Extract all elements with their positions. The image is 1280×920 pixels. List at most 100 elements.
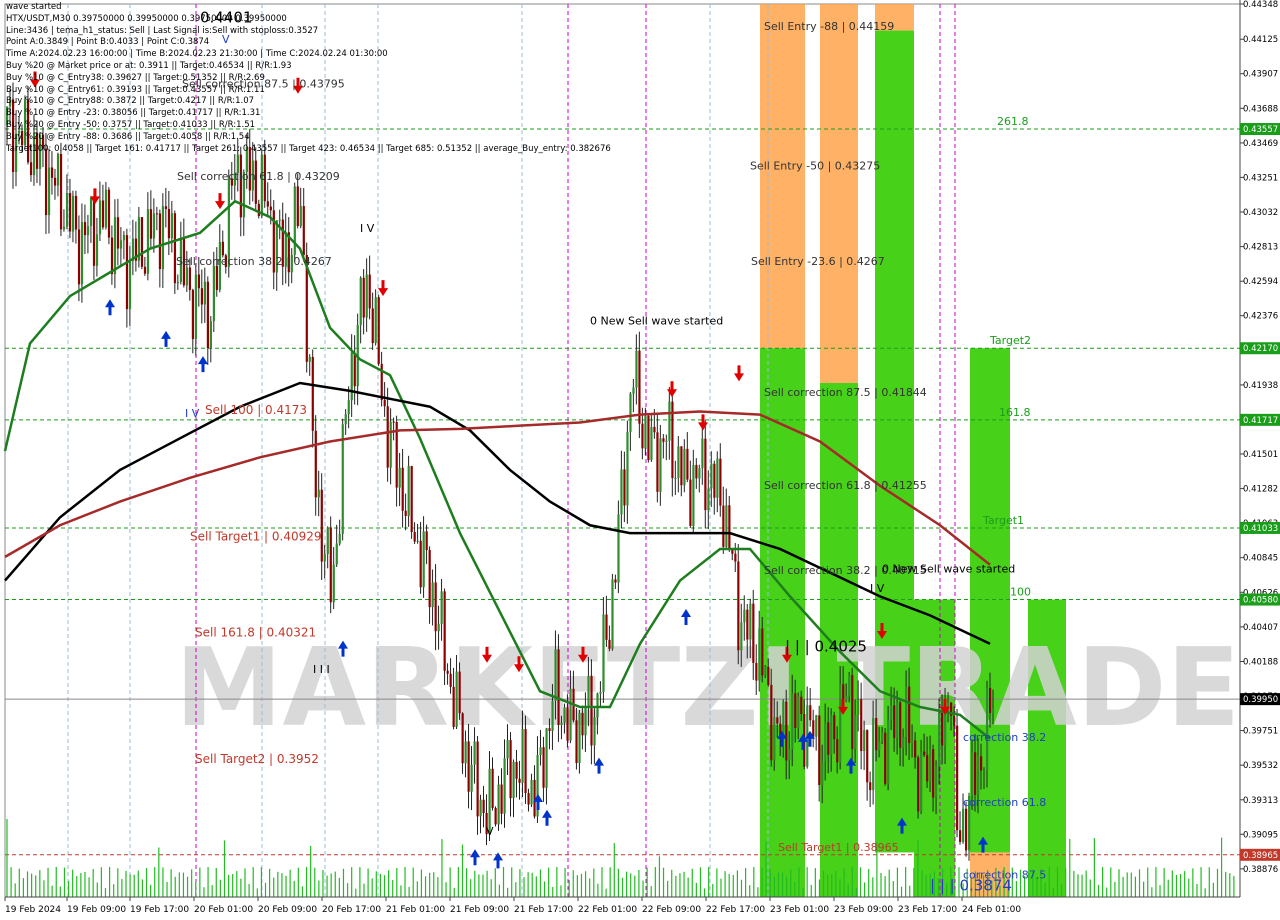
candle-body (563, 707, 566, 723)
x-tick-label: 20 Feb 17:00 (322, 905, 381, 915)
candle-body (311, 357, 314, 431)
candle-body (377, 297, 380, 364)
candle-body (500, 784, 503, 814)
candle-body (530, 779, 533, 805)
candle-body (173, 213, 177, 284)
y-tick-label: 0.44348 (1243, 0, 1278, 10)
candle-body (65, 193, 69, 227)
candle-body (872, 717, 875, 791)
candle-body (371, 308, 374, 344)
candle-body (926, 755, 929, 782)
y-tick-label: 0.39751 (1243, 727, 1278, 737)
candle-body (122, 235, 126, 241)
level-label: 100 (1010, 586, 1031, 599)
candle-body (71, 195, 75, 232)
y-tick-label: 0.40407 (1243, 623, 1278, 633)
y-tick-label: 0.40188 (1243, 658, 1278, 668)
candle-body (404, 510, 407, 516)
candle-body (374, 297, 377, 344)
candle-body (905, 686, 908, 737)
candle-body (896, 702, 899, 738)
x-tick-label: 20 Feb 09:00 (258, 905, 317, 915)
candle-body (113, 217, 117, 275)
candle-body (593, 717, 596, 746)
candle-body (956, 725, 959, 831)
info-line: Time A:2024.02.23 16:00:00 | Time B:2024… (6, 49, 388, 60)
candle-body (410, 466, 413, 532)
annotation-label: 0 New Sell wave started (590, 315, 723, 328)
y-tick-label: 0.44125 (1243, 35, 1278, 45)
candle-body (584, 707, 587, 736)
candle-body (596, 693, 599, 718)
candle-body (401, 467, 404, 511)
candle-body (449, 673, 452, 687)
candle-body (215, 265, 218, 290)
candle-body (458, 671, 461, 714)
price-tag-label: 0.38965 (1243, 851, 1278, 861)
candle-body (794, 693, 797, 729)
candle-body (797, 696, 800, 729)
candle-body (389, 421, 392, 468)
candle-body (269, 206, 272, 211)
candle-body (716, 458, 719, 498)
candle-body (392, 421, 395, 423)
candle-body (266, 201, 269, 207)
candle-body (314, 430, 317, 498)
candle-body (419, 540, 422, 588)
candle-body (80, 222, 84, 285)
candle-body (749, 603, 752, 640)
candle-body (857, 699, 860, 715)
candle-body (338, 533, 341, 544)
wave-marker: V (486, 825, 494, 838)
candle-body (110, 237, 114, 275)
candle-body (56, 153, 60, 186)
candle-body (299, 206, 302, 227)
candle-body (164, 206, 168, 209)
candle-body (89, 197, 93, 227)
x-tick-label: 21 Feb 09:00 (450, 905, 509, 915)
candle-body (344, 414, 347, 425)
candle-body (755, 662, 758, 681)
level-label: Sell Entry -23.6 | 0.4267 (751, 255, 885, 268)
level-label: Sell Target2 | 0.3952 (195, 752, 319, 766)
candle-body (86, 226, 90, 236)
candle-body (632, 387, 635, 394)
level-label: 261.8 (997, 115, 1029, 128)
candle-body (866, 730, 869, 783)
candle-body (440, 591, 443, 624)
wave-marker: I V (870, 582, 885, 595)
candle-body (812, 720, 815, 737)
candle-body (914, 740, 917, 758)
candle-body (923, 751, 926, 756)
watermark-text: MARKETZI TRADE (175, 626, 1240, 751)
candle-body (611, 579, 614, 649)
candle-body (623, 469, 626, 506)
candle-body (554, 649, 557, 701)
candle-body (902, 736, 905, 748)
candle-body (827, 722, 830, 755)
y-tick-label: 0.42594 (1243, 277, 1278, 287)
x-tick-label: 21 Feb 01:00 (386, 905, 445, 915)
candle-body (893, 705, 896, 738)
candle-body (200, 288, 204, 305)
annotation-label: | | | 0.3874 (930, 876, 1012, 894)
candle-body (737, 561, 740, 651)
candle-body (908, 686, 911, 744)
candle-body (44, 148, 48, 216)
candle-body (692, 465, 695, 527)
y-tick-label: 0.41282 (1243, 485, 1278, 495)
candle-body (578, 712, 581, 764)
candle-body (971, 752, 974, 797)
candle-body (383, 399, 386, 407)
candle-body (911, 740, 914, 744)
candle-body (143, 266, 147, 274)
x-tick-label: 20 Feb 01:00 (194, 905, 253, 915)
candle-body (695, 465, 698, 479)
candle-body (740, 622, 743, 651)
candle-body (917, 757, 920, 812)
candle-body (791, 693, 794, 750)
candle-body (95, 234, 99, 266)
candle-body (545, 728, 548, 788)
info-line: Buy %20 @ Entry -88: 0.3686 || Target:0.… (6, 131, 250, 142)
candle-body (845, 696, 848, 701)
